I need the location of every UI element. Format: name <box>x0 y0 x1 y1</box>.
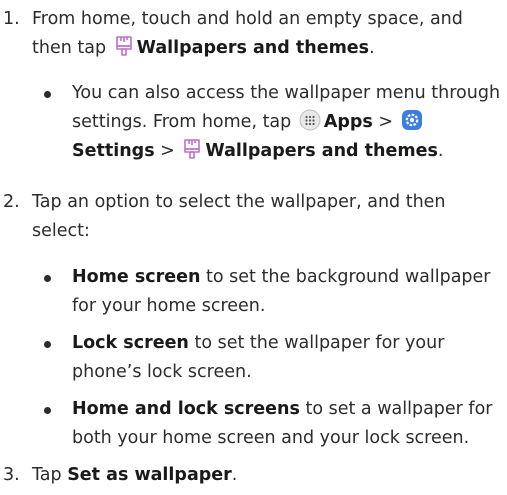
apps-link[interactable]: Apps <box>324 112 373 132</box>
paint-brush-icon <box>182 138 202 160</box>
step-text: From home, touch and hold an empty space… <box>32 9 463 58</box>
option-label: Home and lock screens <box>72 399 300 419</box>
settings-link[interactable]: Settings <box>72 141 155 161</box>
paint-brush-icon <box>114 35 134 57</box>
bullet-dot <box>44 341 51 348</box>
wallpapers-themes-link[interactable]: Wallpapers and themes <box>205 141 437 161</box>
bullet-dot <box>44 91 51 98</box>
wallpapers-themes-link[interactable]: Wallpapers and themes <box>137 38 369 58</box>
option-label: Home screen <box>72 267 201 287</box>
instructions-document: 1. From home, touch and hold an empty sp… <box>0 0 507 495</box>
step-text: Tap Set as wallpaper. <box>32 465 238 485</box>
step-number: 2. <box>3 192 20 212</box>
settings-gear-icon <box>401 109 423 131</box>
bullet-dot <box>44 275 51 282</box>
note-text: You can also access the wallpaper menu t… <box>72 83 501 161</box>
set-as-wallpaper-label[interactable]: Set as wallpaper <box>67 465 232 485</box>
step-text: Tap an option to select the wallpaper, a… <box>32 192 446 241</box>
option-text: Lock screen to set the wallpaper for you… <box>72 333 445 382</box>
option-text: Home and lock screens to set a wallpaper… <box>72 399 493 448</box>
step-number: 3. <box>3 465 20 485</box>
option-text: Home screen to set the background wallpa… <box>72 267 491 316</box>
option-label: Lock screen <box>72 333 189 353</box>
apps-grid-icon <box>299 109 321 131</box>
step-number: 1. <box>3 9 20 29</box>
bullet-dot <box>44 407 51 414</box>
